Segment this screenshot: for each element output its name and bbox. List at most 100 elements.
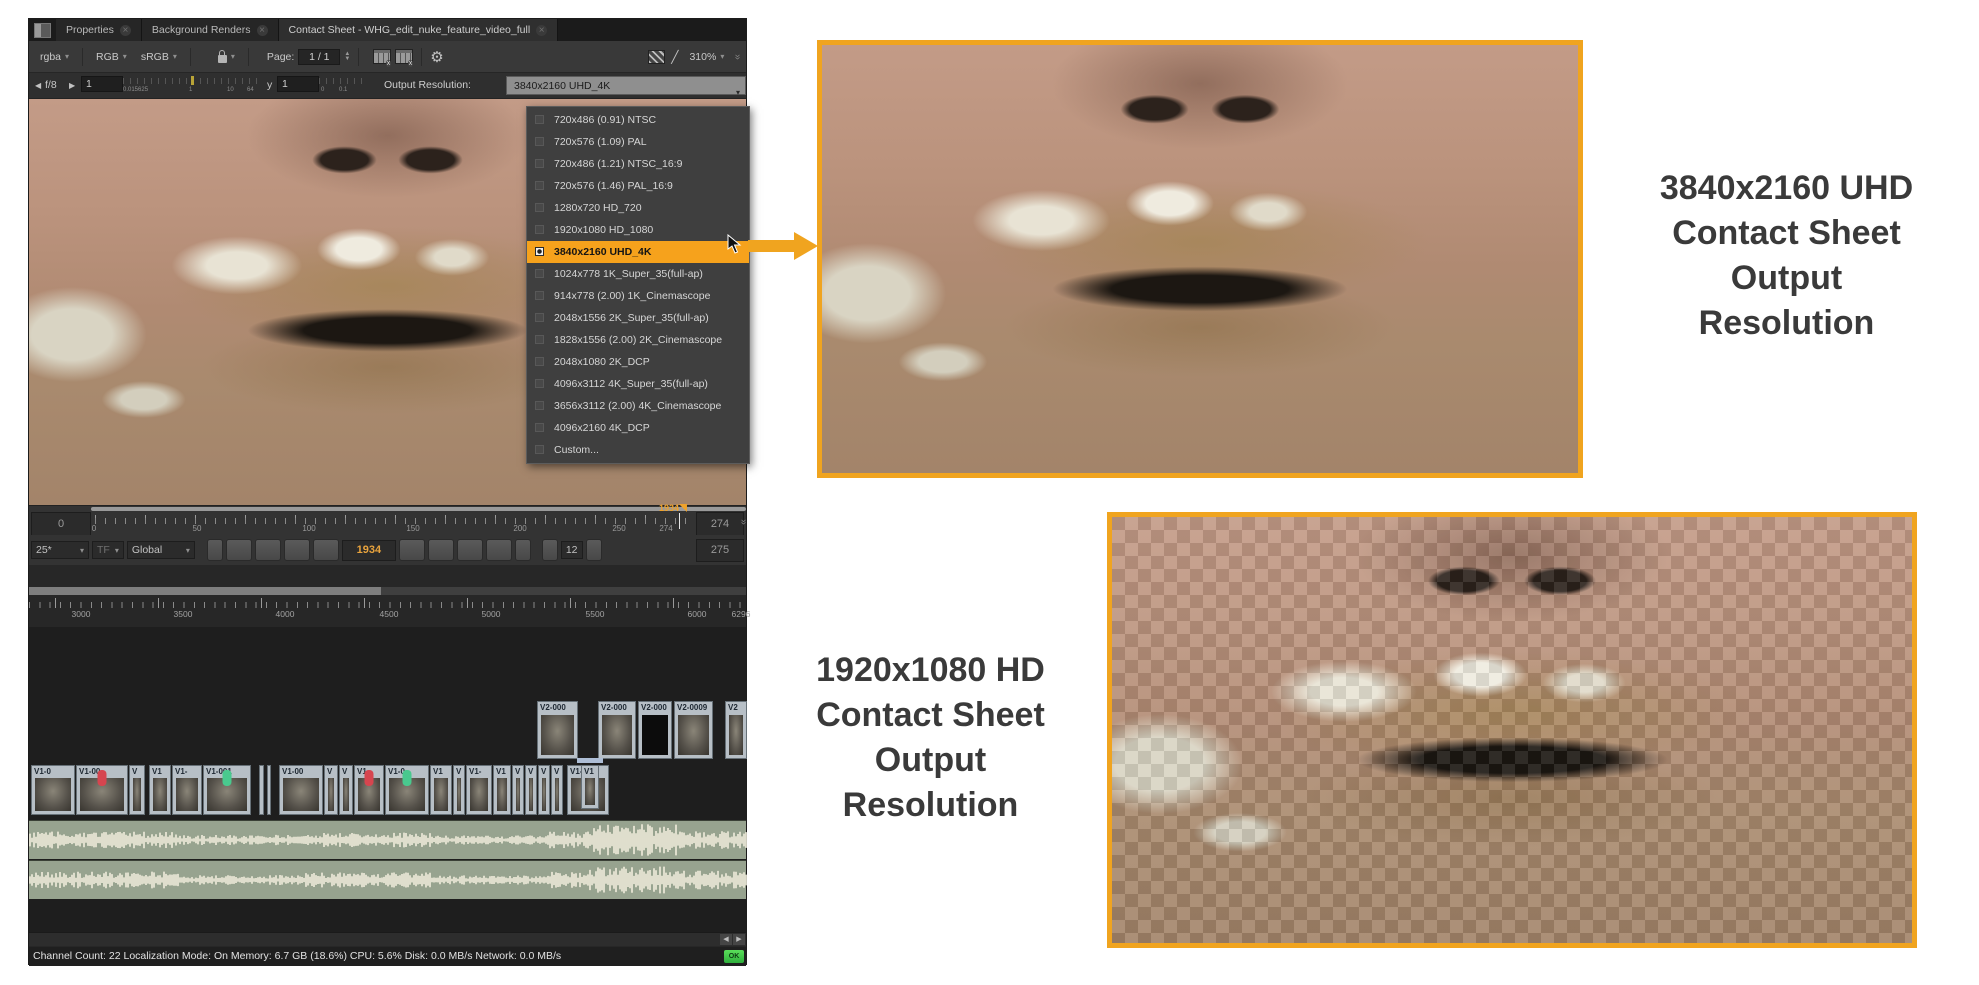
close-icon[interactable]: ×	[120, 25, 131, 36]
timeline-clip[interactable]	[259, 765, 264, 815]
rewind-button[interactable]	[542, 539, 558, 561]
resolution-option[interactable]: 914x778 (2.00) 1K_Cinemascope	[527, 285, 749, 307]
resolution-option[interactable]: Custom...	[527, 439, 749, 461]
play-backward-button[interactable]	[313, 539, 339, 561]
resolution-option[interactable]: 720x486 (1.21) NTSC_16:9	[527, 153, 749, 175]
scroll-right-icon[interactable]: ▶	[733, 934, 745, 945]
timeline-clip[interactable]: V1	[149, 765, 171, 815]
bottom-hscroll[interactable]: ◀ ▶	[29, 932, 746, 946]
lock-dropdown[interactable]: ▾	[213, 48, 240, 66]
layer-dropdown[interactable]: RGB ▾	[91, 48, 132, 66]
range-in-field[interactable]: 0	[31, 512, 91, 536]
timeline-clip[interactable]: V	[453, 765, 465, 815]
audio-track-a2[interactable]	[29, 860, 746, 899]
resolution-option[interactable]: 4096x3112 4K_Super_35(full-ap)	[527, 373, 749, 395]
colorspace-dropdown[interactable]: sRGB ▾	[136, 48, 182, 66]
resolution-option-selected[interactable]: 3840x2160 UHD_4K	[527, 241, 749, 263]
timeline-clip[interactable]: V2-000	[638, 701, 672, 759]
timeline-clip[interactable]: V1-00	[76, 765, 128, 815]
tab-properties[interactable]: Properties ×	[56, 19, 142, 41]
page-value-field[interactable]: 1 / 1	[298, 49, 340, 65]
play-button[interactable]	[399, 539, 425, 561]
playhead-line[interactable]	[679, 513, 680, 529]
resolution-option[interactable]: 1828x1556 (2.00) 2K_Cinemascope	[527, 329, 749, 351]
timeline-clip[interactable]: V	[512, 765, 524, 815]
resolution-option[interactable]: 2048x1556 2K_Super_35(full-ap)	[527, 307, 749, 329]
resolution-option[interactable]: 720x576 (1.09) PAL	[527, 131, 749, 153]
resolution-option[interactable]: 2048x1080 2K_DCP	[527, 351, 749, 373]
frame-ruler-ticks[interactable]	[95, 515, 690, 524]
resolution-option[interactable]: 1024x778 1K_Super_35(full-ap)	[527, 263, 749, 285]
timeline-hscroll-track[interactable]	[29, 587, 746, 595]
exposure-next-icon[interactable]: ▶	[69, 81, 75, 90]
tf-dropdown[interactable]: TF ▾	[92, 541, 124, 559]
timeline-clip[interactable]: V1-0	[385, 765, 429, 815]
last-frame-field[interactable]: 275	[696, 539, 744, 562]
in-out-button[interactable]	[207, 539, 223, 561]
zero-button[interactable]	[515, 539, 531, 561]
wipe-icon[interactable]	[648, 50, 665, 64]
timeline-clip[interactable]: V	[324, 765, 338, 815]
goto-start-button[interactable]	[226, 539, 252, 561]
slash-icon[interactable]: ╱	[671, 50, 678, 64]
timeline-clip[interactable]: V1-001	[203, 765, 251, 815]
gamma-input[interactable]: 1	[277, 76, 319, 92]
prev-keyframe-button[interactable]	[255, 539, 281, 561]
timeline-clip[interactable]: V2-000	[537, 701, 578, 759]
gamma-slider[interactable]: 0 0.1	[319, 76, 363, 92]
timeline-clip[interactable]: V1-0	[31, 765, 75, 815]
range-mode-dropdown[interactable]: Global ▾	[127, 541, 195, 559]
timeline-clip[interactable]: V2-000	[598, 701, 636, 759]
goto-end-button[interactable]	[486, 539, 512, 561]
resolution-option[interactable]: 1920x1080 HD_1080	[527, 219, 749, 241]
timeline-clip[interactable]: V1-00	[279, 765, 323, 815]
timeline-clip[interactable]: V	[129, 765, 145, 815]
gear-icon[interactable]: ⚙	[430, 48, 443, 66]
next-keyframe-button[interactable]	[457, 539, 483, 561]
tab-background-renders[interactable]: Background Renders ×	[142, 19, 279, 41]
output-resolution-dropdown[interactable]: 3840x2160 UHD_4K ▾	[506, 76, 746, 95]
scroll-left-icon[interactable]: ◀	[720, 934, 732, 945]
fps-dropdown[interactable]: 25* ▾	[31, 541, 89, 559]
step-back-button[interactable]	[284, 539, 310, 561]
exposure-prev-icon[interactable]: ◀	[35, 81, 41, 90]
collapse-chevrons-icon[interactable]: ››	[732, 54, 743, 59]
collapse-chevrons-icon[interactable]: ››	[738, 519, 749, 524]
gain-input[interactable]: 1	[81, 76, 123, 92]
timeline-clip[interactable]: V1	[430, 765, 452, 815]
timeline-ruler-ticks[interactable]	[29, 598, 748, 608]
resolution-option[interactable]: 4096x2160 4K_DCP	[527, 417, 749, 439]
gain-slider[interactable]: 0.015625 1 10 64	[123, 76, 259, 92]
timeline-clip[interactable]: V1-	[172, 765, 202, 815]
zoom-dropdown[interactable]: 310% ▾	[684, 48, 729, 66]
close-icon[interactable]: ×	[257, 25, 268, 36]
current-frame-field[interactable]: 1934	[342, 540, 396, 561]
timeline-clip[interactable]	[267, 765, 271, 815]
resolution-option[interactable]: 3656x3112 (2.00) 4K_Cinemascope	[527, 395, 749, 417]
resolution-option[interactable]: 1280x720 HD_720	[527, 197, 749, 219]
fast-forward-button[interactable]	[586, 539, 602, 561]
range-out-field[interactable]: 274	[696, 512, 744, 536]
timeline-clip[interactable]: V2-0009	[674, 701, 713, 759]
timeline-clip[interactable]: V	[538, 765, 550, 815]
timeline-clip[interactable]: V2	[725, 701, 747, 759]
timeline-clip[interactable]: V1	[581, 765, 599, 809]
close-icon[interactable]: ×	[536, 25, 547, 36]
step-forward-button[interactable]	[428, 539, 454, 561]
page-stepper[interactable]: ▲▼	[344, 52, 350, 62]
timeline-clip[interactable]: V	[551, 765, 563, 815]
timeline-clip[interactable]: V	[339, 765, 353, 815]
timeline-clip[interactable]: V1	[493, 765, 511, 815]
frame-skip-field[interactable]: 12	[561, 541, 583, 559]
contact-sheet-rows-icon[interactable]	[373, 49, 391, 64]
tab-contact-sheet[interactable]: Contact Sheet - WHG_edit_nuke_feature_vi…	[279, 19, 559, 41]
slider-marker[interactable]	[191, 76, 194, 85]
audio-track-a1[interactable]	[29, 820, 746, 859]
timeline-hscrollbar[interactable]	[29, 587, 381, 595]
resolution-option[interactable]: 720x486 (0.91) NTSC	[527, 109, 749, 131]
timeline-clip[interactable]: V1-	[466, 765, 492, 815]
timeline-clip[interactable]: V	[525, 765, 537, 815]
contact-sheet-cols-icon[interactable]	[395, 49, 413, 64]
resolution-option[interactable]: 720x576 (1.46) PAL_16:9	[527, 175, 749, 197]
timeline-clip[interactable]: V1	[354, 765, 384, 815]
